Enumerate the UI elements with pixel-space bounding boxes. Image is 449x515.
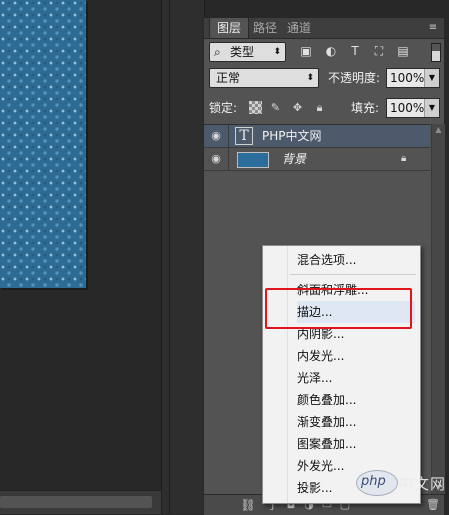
panel-tab-bar: 图层 路径 通道 ≡	[204, 18, 444, 39]
type-layer-filter-icon[interactable]: T	[348, 44, 362, 58]
visibility-eye-icon[interactable]: ◉	[204, 148, 229, 170]
menu-item-color-overlay[interactable]: 颜色叠加...	[297, 389, 415, 411]
shape-layer-filter-icon[interactable]: ⛶	[372, 44, 386, 58]
scroll-up-arrow[interactable]: ▲	[432, 124, 445, 136]
lock-label: 锁定:	[209, 101, 238, 115]
layer-name[interactable]: PHP中文网	[262, 125, 322, 147]
pixel-layer-filter-icon[interactable]: ▣	[299, 44, 313, 58]
layer-name[interactable]: 背景	[282, 148, 306, 170]
lock-all-icon[interactable]: 🔒︎	[313, 101, 326, 114]
layer-thumbnail	[237, 152, 269, 168]
watermark-text: 中文网	[398, 475, 447, 493]
filter-toggle-switch[interactable]	[431, 43, 441, 62]
chevron-down-icon: ⬍	[306, 73, 314, 83]
opacity-field[interactable]: 100% ▼	[386, 68, 440, 88]
fill-dropdown-arrow[interactable]: ▼	[424, 99, 439, 117]
lock-image-pixels-icon[interactable]: ✎	[269, 101, 282, 114]
document-canvas-area[interactable]	[0, 0, 161, 514]
lock-icon: 🔒︎	[401, 153, 407, 164]
filter-type-select[interactable]: ⌕ 类型 ⬍	[209, 42, 286, 62]
layer-row-background[interactable]: ◉ 背景 🔒︎	[204, 148, 430, 171]
layer-row-text[interactable]: ◉ T PHP中文网	[204, 125, 430, 148]
menu-item-satin[interactable]: 光泽...	[297, 367, 415, 389]
fill-value: 100%	[390, 101, 425, 115]
tab-channels[interactable]: 通道	[280, 18, 318, 38]
opacity-value: 100%	[390, 71, 425, 85]
adjustment-layer-filter-icon[interactable]: ◐	[324, 44, 338, 58]
document-image[interactable]	[0, 0, 86, 288]
highlight-annotation-box	[265, 288, 412, 329]
lock-transparency-icon[interactable]	[249, 101, 262, 114]
search-icon: ⌕	[214, 45, 221, 59]
blend-mode-value: 正常	[216, 71, 241, 85]
lock-position-icon[interactable]: ✥	[291, 101, 304, 114]
watermark: php 中文网	[356, 466, 446, 498]
divider-line	[169, 0, 170, 514]
smart-object-filter-icon[interactable]: ▤	[396, 44, 410, 58]
menu-item-blending-options[interactable]: 混合选项...	[297, 249, 415, 271]
chevron-down-icon: ⬍	[273, 47, 281, 57]
fill-label: 填充:	[351, 101, 380, 115]
menu-item-gradient-overlay[interactable]: 渐变叠加...	[297, 411, 415, 433]
link-layers-icon[interactable]: ⛓	[239, 498, 257, 512]
layers-scrollbar[interactable]: ▲ ▼	[431, 124, 445, 494]
menu-item-pattern-overlay[interactable]: 图案叠加...	[297, 433, 415, 455]
opacity-label: 不透明度:	[328, 71, 381, 85]
menu-separator	[290, 274, 416, 275]
canvas-horizontal-scrollbar[interactable]	[0, 490, 161, 514]
fill-field[interactable]: 100% ▼	[386, 98, 440, 118]
menu-item-inner-glow[interactable]: 内发光...	[297, 345, 415, 367]
type-layer-thumbnail-icon: T	[235, 127, 253, 145]
panel-menu-icon[interactable]: ≡	[426, 21, 440, 34]
tab-layers[interactable]: 图层	[209, 18, 250, 38]
opacity-dropdown-arrow[interactable]: ▼	[424, 69, 439, 87]
visibility-eye-icon[interactable]: ◉	[204, 125, 229, 147]
layer-filter-row: ⌕ 类型 ⬍ ▣ ◐ T ⛶ ▤	[204, 40, 444, 64]
lock-row: 锁定: ✎ ✥ 🔒︎ 填充: 100% ▼	[204, 96, 444, 120]
tab-paths[interactable]: 路径	[246, 18, 284, 38]
delete-layer-icon[interactable]: 🗑︎	[426, 498, 440, 512]
blend-mode-row: 正常 ⬍ 不透明度: 100% ▼	[204, 66, 444, 90]
scrollbar-thumb[interactable]	[0, 496, 152, 508]
watermark-badge: php	[361, 474, 386, 489]
blend-mode-select[interactable]: 正常 ⬍	[209, 68, 319, 88]
filter-type-label: 类型	[230, 45, 255, 59]
panel-dock-divider	[161, 0, 205, 514]
